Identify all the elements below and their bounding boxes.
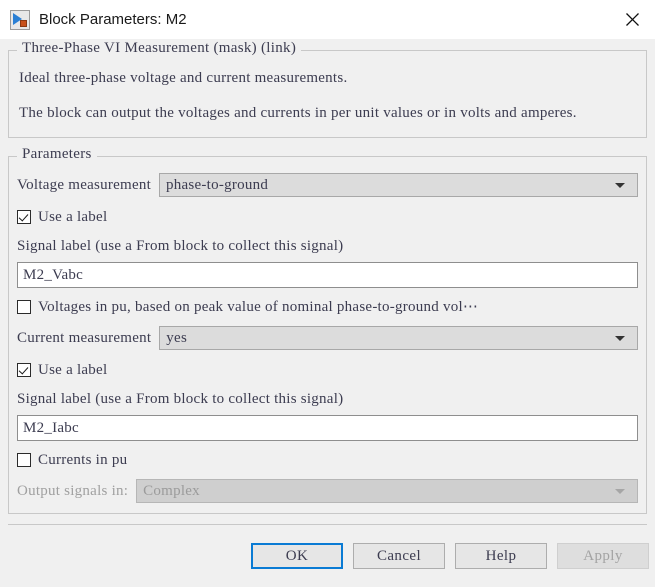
output-signals-in-row: Output signals in: Complex (17, 479, 638, 503)
checkbox-unchecked-icon (17, 300, 31, 314)
output-signals-in-value: Complex (143, 483, 615, 500)
current-measurement-dropdown[interactable]: yes (159, 326, 638, 350)
cancel-button[interactable]: Cancel (353, 543, 445, 569)
description-line-1: Ideal three-phase voltage and current me… (19, 67, 636, 90)
voltage-measurement-row: Voltage measurement phase-to-ground (17, 173, 638, 197)
parameters-legend: Parameters (17, 146, 97, 163)
voltage-measurement-label: Voltage measurement (17, 175, 151, 195)
voltage-use-label-text: Use a label (38, 207, 107, 227)
voltage-measurement-dropdown[interactable]: phase-to-ground (159, 173, 638, 197)
help-button[interactable]: Help (455, 543, 547, 569)
current-signal-label-input[interactable]: M2_Iabc (17, 415, 638, 441)
spacer-2 (17, 441, 638, 450)
current-use-label-text: Use a label (38, 360, 107, 380)
voltages-in-pu-checkbox[interactable]: Voltages in pu, based on peak value of n… (17, 297, 638, 317)
description-legend: Three-Phase VI Measurement (mask) (link) (17, 40, 301, 57)
description-gap (19, 90, 636, 102)
spacer-1 (17, 288, 638, 297)
title-bar: Block Parameters: M2 (0, 0, 655, 39)
simulink-block-icon (10, 10, 30, 30)
description-groupbox: Three-Phase VI Measurement (mask) (link)… (8, 50, 647, 138)
voltages-in-pu-label: Voltages in pu, based on peak value of n… (38, 297, 478, 317)
dialog-button-bar: OK Cancel Help Apply (0, 525, 655, 587)
checkbox-unchecked-icon (17, 453, 31, 467)
description-line-2: The block can output the voltages and cu… (19, 102, 636, 125)
ok-button[interactable]: OK (251, 543, 343, 569)
currents-in-pu-label: Currents in pu (38, 450, 127, 470)
current-measurement-value: yes (166, 330, 615, 347)
voltage-measurement-value: phase-to-ground (166, 177, 615, 194)
checkbox-checked-icon (17, 363, 31, 377)
current-measurement-label: Current measurement (17, 328, 151, 348)
close-icon[interactable] (609, 0, 655, 39)
current-signal-label-caption: Signal label (use a From block to collec… (17, 389, 638, 409)
voltage-use-label-checkbox[interactable]: Use a label (17, 207, 638, 227)
block-parameters-dialog: Block Parameters: M2 Three-Phase VI Meas… (0, 0, 655, 587)
output-signals-in-label: Output signals in: (17, 481, 128, 501)
parameters-groupbox: Parameters Voltage measurement phase-to-… (8, 156, 647, 514)
output-signals-in-dropdown: Complex (136, 479, 638, 503)
apply-button: Apply (557, 543, 649, 569)
current-use-label-checkbox[interactable]: Use a label (17, 360, 638, 380)
voltage-signal-label-input[interactable]: M2_Vabc (17, 262, 638, 288)
currents-in-pu-checkbox[interactable]: Currents in pu (17, 450, 638, 470)
chevron-down-icon (615, 489, 625, 494)
checkbox-checked-icon (17, 210, 31, 224)
chevron-down-icon (615, 183, 625, 188)
current-measurement-row: Current measurement yes (17, 326, 638, 350)
voltage-signal-label-caption: Signal label (use a From block to collec… (17, 236, 638, 256)
window-title: Block Parameters: M2 (39, 11, 609, 28)
dialog-content: Three-Phase VI Measurement (mask) (link)… (0, 39, 655, 524)
chevron-down-icon (615, 336, 625, 341)
